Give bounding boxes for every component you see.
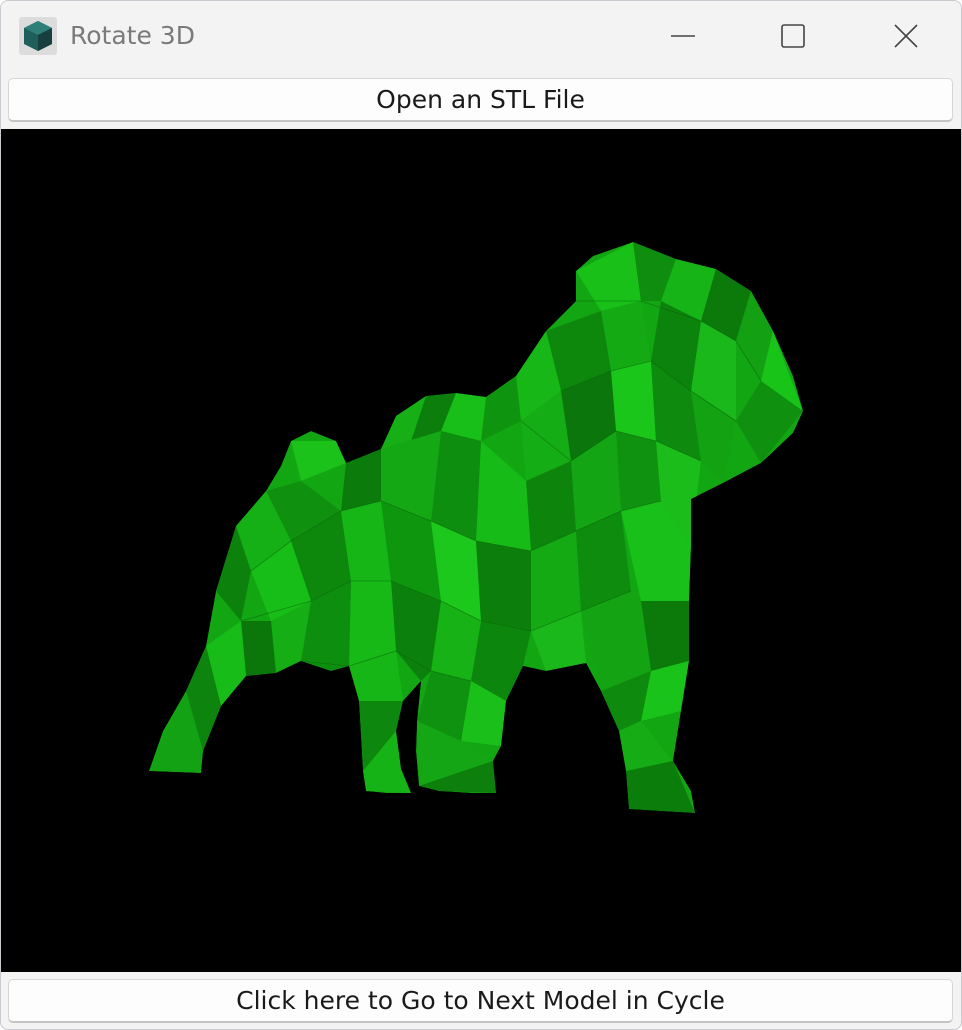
maximize-icon [781, 24, 805, 48]
minimize-icon [671, 35, 695, 37]
next-model-button[interactable]: Click here to Go to Next Model in Cycle [8, 979, 953, 1023]
hexagon-prism-icon [19, 17, 57, 55]
close-button[interactable] [849, 1, 961, 71]
minimize-button[interactable] [626, 1, 740, 71]
maximize-button[interactable] [736, 1, 850, 71]
window-title: Rotate 3D [70, 21, 195, 50]
pug-model [1, 129, 961, 972]
app-window: Rotate 3D Open an STL File Click here to… [0, 0, 962, 1030]
3d-viewport[interactable] [1, 129, 961, 972]
open-stl-button[interactable]: Open an STL File [8, 78, 953, 122]
close-icon [894, 24, 918, 48]
title-bar[interactable]: Rotate 3D [1, 1, 961, 73]
